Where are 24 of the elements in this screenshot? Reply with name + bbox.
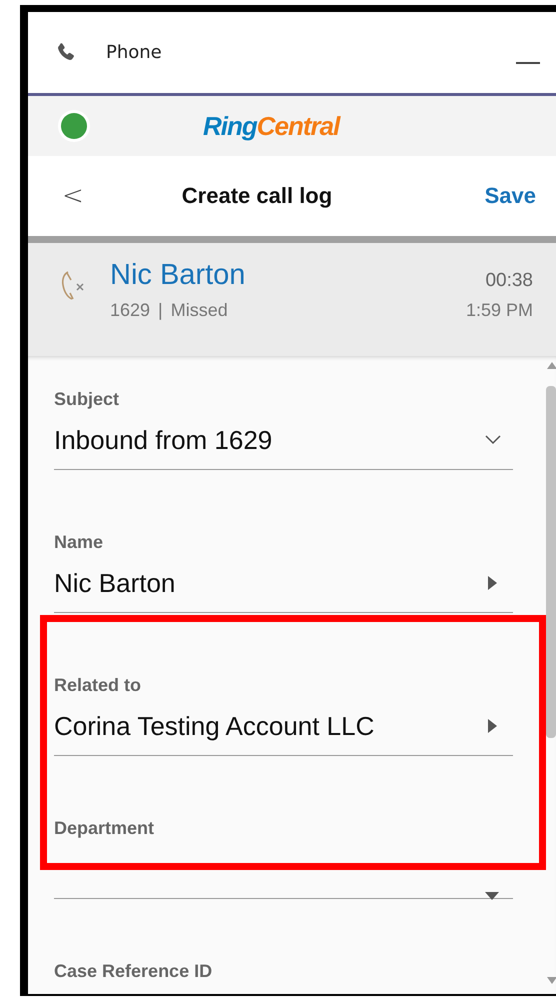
minimize-icon[interactable]	[516, 62, 540, 64]
save-button[interactable]: Save	[484, 183, 556, 209]
chevron-down-icon	[485, 435, 501, 445]
field-label: Subject	[54, 388, 120, 410]
field-label: Department	[54, 817, 156, 839]
field-label: Name	[54, 531, 104, 553]
select-field[interactable]: Inbound from 1629	[54, 410, 513, 470]
field-label: Related to	[54, 674, 142, 696]
brand-logo: RingCentral	[203, 110, 340, 142]
separator: |	[158, 300, 163, 321]
select-field[interactable]: Corina Testing Account LLC	[54, 696, 513, 756]
call-duration: 00:38	[485, 270, 533, 292]
contact-name[interactable]: Nic Barton	[110, 259, 246, 292]
phone-number: 1629	[110, 300, 150, 321]
call-status: Missed	[170, 300, 228, 321]
window-title: Phone	[106, 42, 162, 63]
caret-down-icon	[485, 892, 499, 900]
select-field[interactable]: Nic Barton	[54, 553, 513, 613]
call-time: 1:59 PM	[466, 300, 533, 321]
caret-right-icon	[488, 719, 497, 733]
caret-right-icon	[488, 576, 497, 590]
field-label: Case Reference ID	[54, 960, 214, 982]
back-button[interactable]: <	[48, 181, 98, 211]
page-title: Create call log	[182, 183, 332, 209]
